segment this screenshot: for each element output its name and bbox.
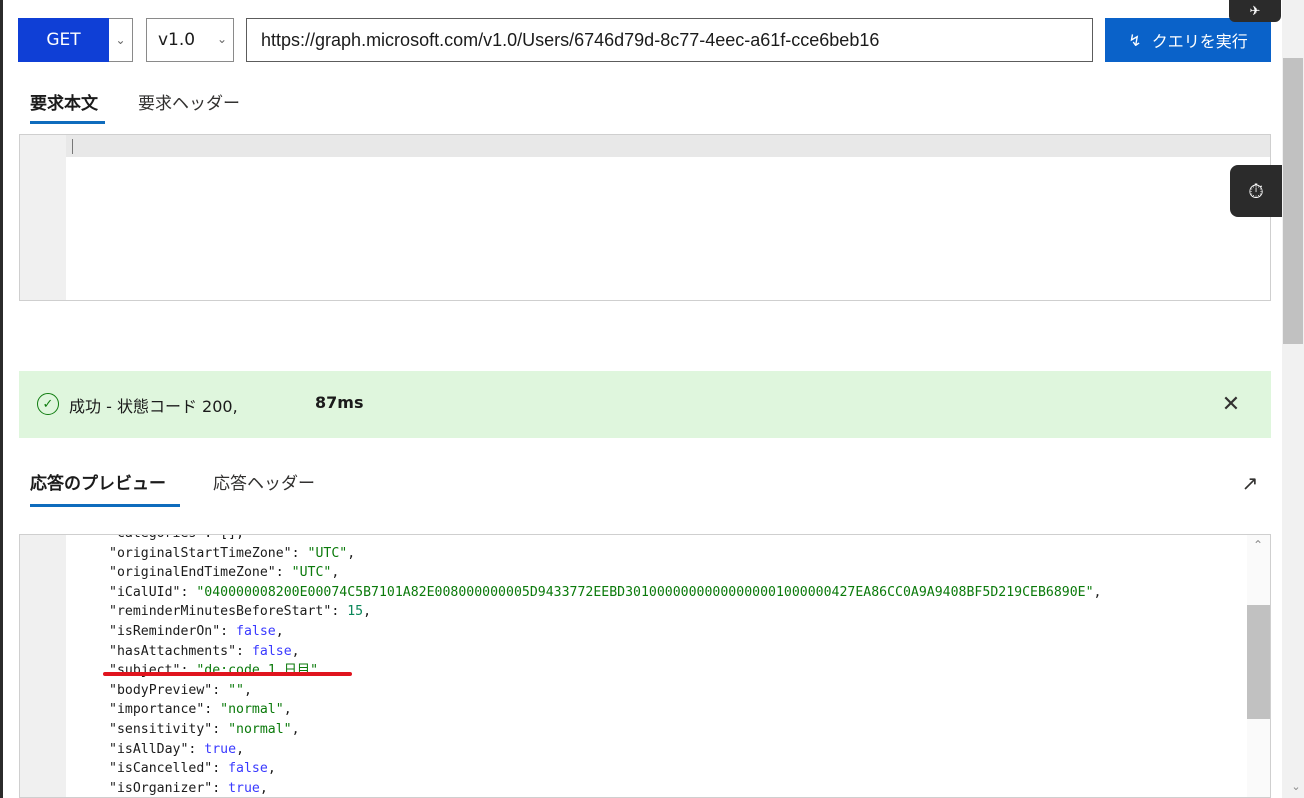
tab-request-headers[interactable]: 要求ヘッダー: [138, 89, 240, 114]
json-key: "importance": [109, 702, 205, 718]
version-select[interactable]: v1.0 ⌄: [146, 18, 234, 62]
json-line: "originalEndTimeZone": "UTC",: [109, 565, 340, 581]
json-line: "reminderMinutesBeforeStart": 15,: [109, 604, 372, 620]
active-tab-indicator: [30, 504, 180, 507]
json-line: "isCancelled": false,: [109, 761, 276, 777]
response-preview-editor[interactable]: "categories": [],"originalStartTimeZone"…: [19, 534, 1271, 798]
json-key: "iCalUId": [109, 584, 181, 600]
status-text: 成功 - 状態コード 200,: [69, 397, 238, 416]
json-value: true: [228, 780, 260, 796]
version-label: v1.0: [158, 30, 196, 50]
timer-icon[interactable]: ⏱: [1230, 165, 1282, 217]
json-key: "hasAttachments": [109, 643, 237, 659]
json-line: "categories": [],: [109, 535, 1101, 544]
json-value: "UTC": [291, 565, 332, 581]
json-key: "reminderMinutesBeforeStart": [109, 604, 332, 620]
json-value: false: [236, 623, 276, 639]
window-left-edge: [0, 0, 3, 798]
json-line: "iCalUId": "040000008200E00074C5B7101A82…: [109, 584, 1102, 600]
json-key: "isOrganizer": [109, 780, 213, 796]
share-icon[interactable]: ↗: [1237, 470, 1263, 496]
request-body-editor[interactable]: [19, 134, 1271, 301]
tab-request-body[interactable]: 要求本文: [30, 89, 98, 114]
json-value: "040000008200E00074C5B7101A82E0080000000…: [196, 584, 1094, 600]
close-icon[interactable]: ✕: [1219, 389, 1243, 419]
tab-response-preview[interactable]: 応答のプレビュー: [30, 469, 166, 494]
json-line: "importance": "normal",: [109, 702, 292, 718]
http-method-select[interactable]: GET: [18, 18, 109, 62]
json-line: "isReminderOn": false,: [109, 623, 284, 639]
airplane-icon[interactable]: ✈: [1229, 0, 1281, 22]
response-json: "categories": [],"originalStartTimeZone"…: [109, 535, 1102, 797]
editor-gutter: [20, 535, 66, 797]
json-line: "isOrganizer": true,: [109, 780, 268, 796]
url-input[interactable]: [246, 18, 1093, 62]
text-cursor: [72, 139, 73, 154]
json-line: "isAllDay": true,: [109, 741, 245, 757]
json-value: true: [204, 741, 237, 757]
json-line: "originalStartTimeZone": "UTC",: [109, 545, 356, 561]
json-value: "UTC": [307, 545, 348, 561]
json-key: "isReminderOn": [109, 623, 221, 639]
active-tab-indicator: [30, 121, 105, 124]
json-value: []: [220, 535, 236, 541]
json-value: "normal": [220, 702, 284, 718]
chevron-down-icon: ⌄: [216, 32, 227, 46]
json-key: "originalStartTimeZone": [109, 545, 292, 561]
run-query-button[interactable]: ↯ クエリを実行: [1105, 18, 1271, 62]
check-circle-icon: ✓: [37, 393, 59, 415]
json-value: "normal": [228, 721, 292, 737]
json-value: false: [251, 643, 292, 659]
status-time: 87ms: [315, 393, 364, 412]
lightning-icon: ↯: [1128, 30, 1142, 50]
run-query-label: クエリを実行: [1151, 32, 1248, 51]
status-bar: ✓ 成功 - 状態コード 200, 87ms ✕: [19, 371, 1271, 438]
json-key: "sensitivity": [109, 721, 213, 737]
chevron-down-icon: ⌄: [115, 33, 126, 47]
chevron-up-icon[interactable]: ⌃: [1250, 538, 1266, 554]
json-key: "isCancelled": [109, 761, 213, 777]
json-value: 15: [347, 604, 364, 620]
json-key: "isAllDay": [109, 741, 189, 757]
http-method-label: GET: [46, 30, 81, 50]
json-line: "hasAttachments": false,: [109, 643, 300, 659]
method-dropdown-toggle[interactable]: ⌄: [109, 18, 133, 62]
subject-highlight-underline: [103, 672, 352, 676]
json-value: "": [228, 682, 244, 698]
json-value: false: [228, 761, 268, 777]
editor-gutter: [20, 135, 66, 300]
chevron-down-icon[interactable]: ⌄: [1289, 780, 1303, 794]
json-line: "sensitivity": "normal",: [109, 721, 300, 737]
json-key: "categories": [109, 535, 204, 541]
json-key: "bodyPreview": [109, 682, 213, 698]
page-scrollbar-thumb[interactable]: [1283, 58, 1303, 344]
json-line: "bodyPreview": "",: [109, 682, 252, 698]
editor-current-line: [66, 135, 1270, 157]
json-key: "originalEndTimeZone": [109, 565, 276, 581]
tab-response-headers[interactable]: 応答ヘッダー: [213, 469, 315, 494]
json-line: "subject": "de:code 1 日目",: [109, 663, 326, 679]
response-scrollbar-thumb[interactable]: [1247, 605, 1270, 719]
